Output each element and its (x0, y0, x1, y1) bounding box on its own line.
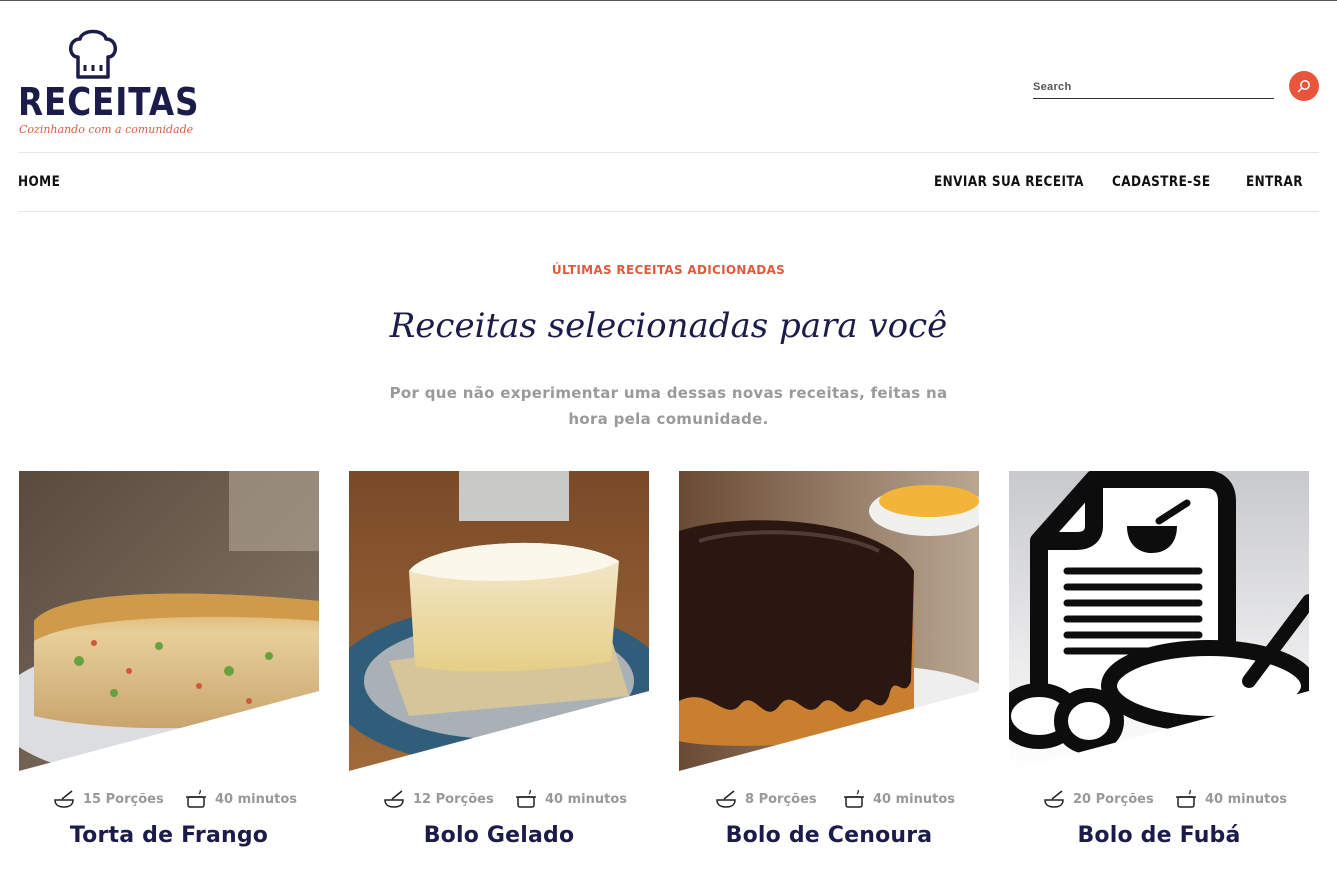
image-diagonal-cut (19, 691, 319, 771)
chef-hat-icon (69, 29, 117, 79)
cooking-pot-icon (1176, 789, 1196, 808)
cook-time: 40 minutos (843, 789, 955, 809)
recipe-title[interactable]: Bolo de Cenoura (679, 823, 979, 848)
cook-time: 40 minutos (1175, 789, 1287, 809)
site-logo[interactable]: RECEITAS Cozinhando com a comunidade (18, 27, 199, 142)
search-form (1033, 71, 1319, 103)
recipe-meta: 8 Porções 40 minutos (679, 789, 979, 813)
mixing-bowl-icon (54, 790, 74, 808)
cooking-pot-icon (844, 789, 864, 808)
cooking-pot-icon (186, 789, 206, 808)
cooking-pot-icon (516, 789, 536, 808)
recipe-title[interactable]: Torta de Frango (19, 823, 319, 848)
recipe-meta: 20 Porções 40 minutos (1009, 789, 1309, 813)
brand-tagline: Cozinhando com a comunidade (19, 123, 194, 136)
nav-home[interactable]: HOME (18, 174, 60, 190)
section-eyebrow: ÚLTIMAS RECEITAS ADICIONADAS (551, 263, 786, 277)
servings: 8 Porções (715, 789, 817, 809)
recipe-title[interactable]: Bolo Gelado (349, 823, 649, 848)
image-diagonal-cut (1009, 691, 1309, 771)
nav-signup[interactable]: CADASTRE-SE (1112, 174, 1210, 190)
section-subtitle: Por que não experimentar uma dessas nova… (389, 384, 948, 428)
nav-login[interactable]: ENTRAR (1246, 174, 1303, 190)
mixing-bowl-icon (716, 790, 736, 808)
recipe-card[interactable]: 12 Porções 40 minutos Bolo Gelado (349, 471, 649, 871)
mixing-bowl-icon (384, 790, 404, 808)
mixing-bowl-icon (1044, 790, 1064, 808)
search-button[interactable] (1289, 71, 1319, 101)
search-input[interactable] (1033, 75, 1274, 99)
recipe-image[interactable] (679, 471, 979, 771)
recipe-card[interactable]: 8 Porções 40 minutos Bolo de Cenoura (679, 471, 979, 871)
search-icon (1297, 80, 1310, 93)
recipe-image[interactable] (349, 471, 649, 771)
recipe-title[interactable]: Bolo de Fubá (1009, 823, 1309, 848)
brand-name: RECEITAS (18, 80, 200, 124)
nav-send-recipe[interactable]: ENVIAR SUA RECEITA (934, 174, 1084, 190)
servings: 15 Porções (53, 789, 164, 809)
recipe-image[interactable] (19, 471, 319, 771)
image-diagonal-cut (679, 691, 979, 771)
recipe-image[interactable] (1009, 471, 1309, 771)
recipe-card[interactable]: 20 Porções 40 minutos Bolo de Fubá (1009, 471, 1309, 871)
servings: 20 Porções (1043, 789, 1154, 809)
cook-time: 40 minutos (515, 789, 627, 809)
site-header: RECEITAS Cozinhando com a comunidade (0, 1, 1337, 151)
servings: 12 Porções (383, 789, 494, 809)
section-heading: Receitas selecionadas para você (389, 306, 948, 346)
recipe-meta: 15 Porções 40 minutos (19, 789, 319, 813)
main-nav: HOME ENVIAR SUA RECEITA CADASTRE-SE ENTR… (18, 152, 1319, 212)
cook-time: 40 minutos (185, 789, 297, 809)
recipe-meta: 12 Porções 40 minutos (349, 789, 649, 813)
recipe-card[interactable]: 15 Porções 40 minutos Torta de Frango (19, 471, 319, 871)
image-diagonal-cut (349, 691, 649, 771)
